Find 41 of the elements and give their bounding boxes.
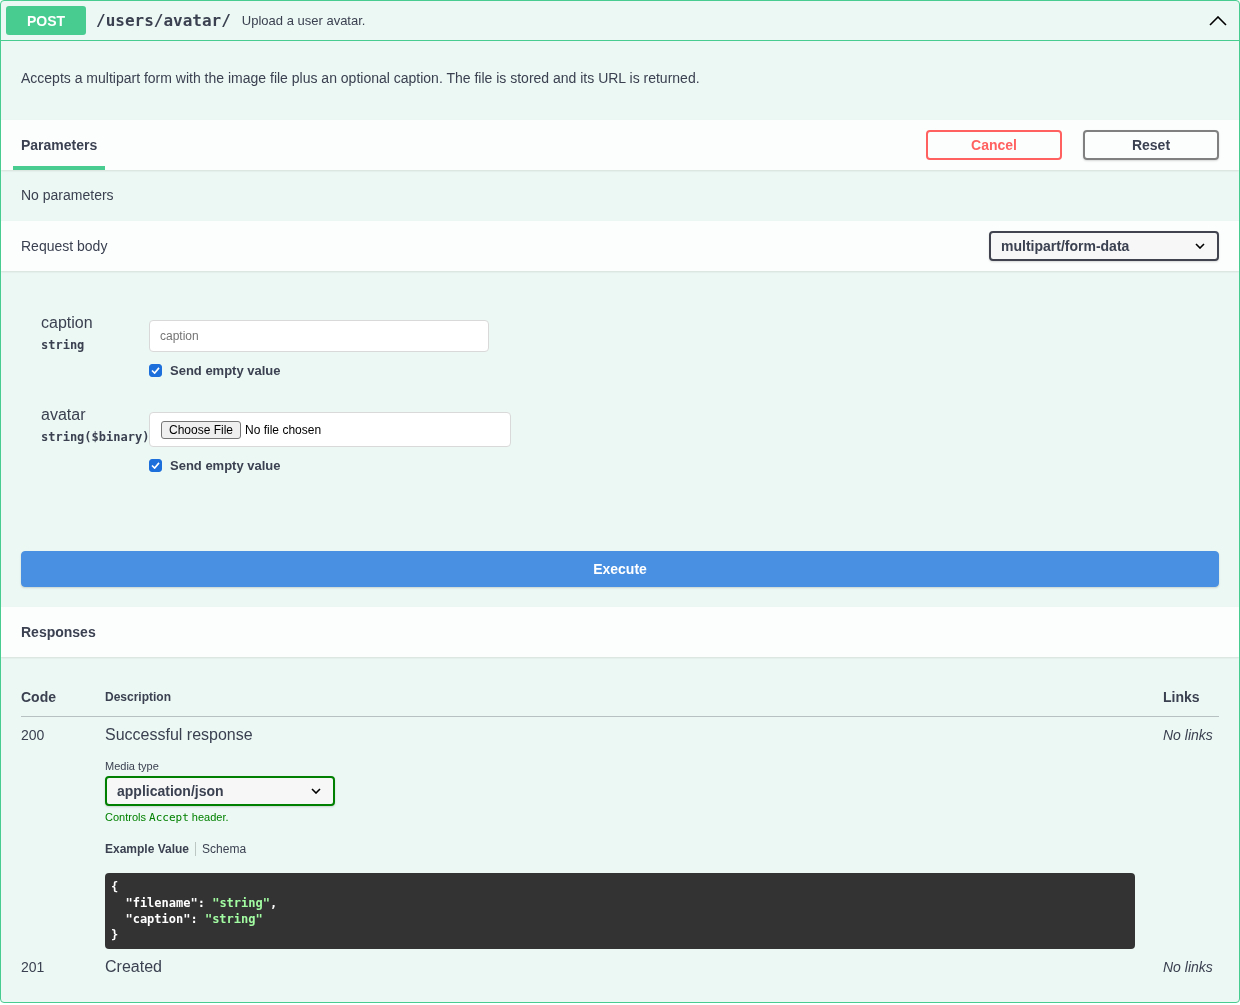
endpoint-path: /users/avatar/ <box>96 11 231 30</box>
media-type-select[interactable]: application/json <box>105 776 335 806</box>
checkbox[interactable] <box>149 459 162 472</box>
column-header: Code <box>21 688 57 705</box>
field-name: caption <box>41 313 93 333</box>
request-body-title: Request body <box>21 238 108 254</box>
choose-file-button[interactable]: Choose File <box>161 420 242 439</box>
field-name: avatar <box>41 405 86 425</box>
file-status: No file chosen <box>245 422 322 437</box>
content-type-select[interactable]: multipart/form-data <box>989 231 1219 261</box>
response-code: 200 <box>21 726 46 745</box>
example-code-block: { "filename": "string", "caption": "string" } <box>105 873 1135 949</box>
parameters-tab[interactable]: Parameters <box>13 120 106 170</box>
checkbox-label: Send empty value <box>170 363 281 378</box>
response-description: Created <box>105 957 162 977</box>
chevron-up-icon[interactable] <box>1209 15 1227 26</box>
reset-button[interactable]: Reset <box>1083 130 1219 160</box>
text-input[interactable]: caption <box>149 320 489 352</box>
operation-description: Accepts a multipart form with the image file plus an optional caption. The file is stored and its URL is returned. <box>20 69 701 88</box>
links-text: No links <box>1163 726 1214 745</box>
chevron-down-icon <box>311 788 321 794</box>
method-badge: POST <box>6 6 86 35</box>
file-input[interactable]: Choose File No file chosen <box>149 412 511 447</box>
responses-title: Responses <box>21 624 96 640</box>
example-tab[interactable]: Example Value <box>105 842 196 856</box>
operation-header[interactable]: POST /users/avatar/ Upload a user avatar. <box>1 1 1239 41</box>
column-header: Links <box>1163 688 1201 705</box>
column-header: Description <box>105 689 172 704</box>
checkbox-label: Send empty value <box>170 458 281 473</box>
media-type-hint: Controls Accept header. <box>105 810 229 825</box>
field-type: string <box>41 338 85 352</box>
chevron-down-icon <box>1195 243 1205 249</box>
endpoint-summary: Upload a user avatar. <box>241 13 366 28</box>
example-tab[interactable]: Schema <box>195 842 253 856</box>
media-type-label: Media type <box>105 759 159 773</box>
field-type: string($binary) <box>41 430 150 444</box>
response-code: 201 <box>21 958 46 977</box>
links-text: No links <box>1163 958 1214 977</box>
checkbox[interactable] <box>149 364 162 377</box>
no-parameters-text: No parameters <box>21 187 114 203</box>
response-description: Successful response <box>105 725 253 745</box>
